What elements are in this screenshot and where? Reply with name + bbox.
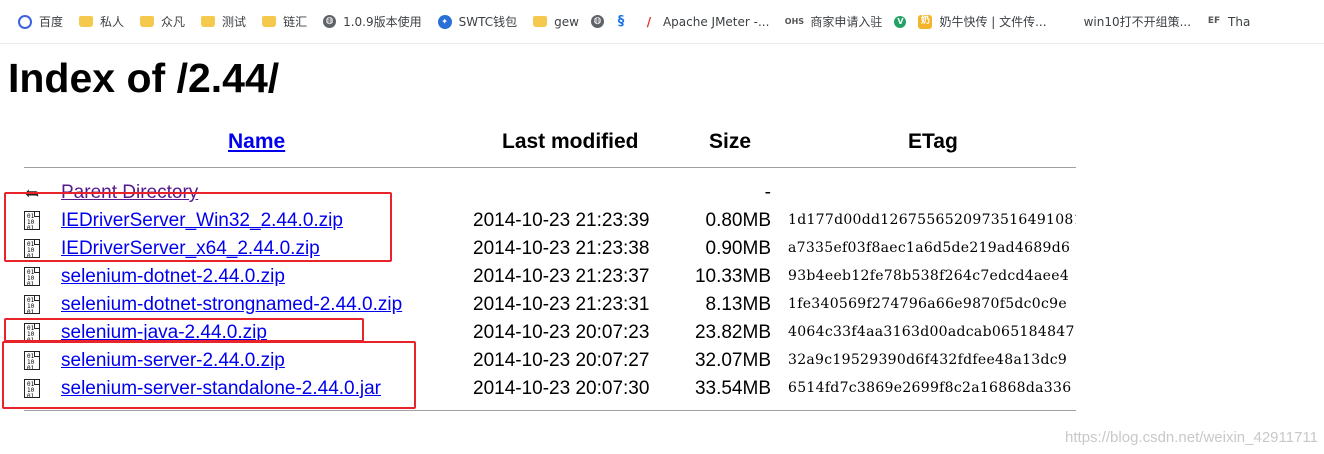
- page-title: Index of /2.44/: [8, 55, 280, 101]
- folder-icon: [262, 16, 277, 27]
- file-date: 2014-10-23 20:07:27: [473, 350, 650, 371]
- header-divider: [24, 167, 1076, 168]
- file-date: 2014-10-23 20:07:23: [473, 322, 650, 343]
- bookmark-s-logo[interactable]: §: [608, 8, 634, 36]
- swtc-icon: ✦: [437, 14, 452, 29]
- table-row: 01 10 01 selenium-dotnet-strongnamed-2.44.…: [24, 291, 1076, 319]
- footer-divider: [24, 410, 1076, 411]
- file-size: 23.82MB: [694, 322, 771, 343]
- globe-icon: ◍: [590, 15, 604, 28]
- parent-size: -: [764, 182, 771, 203]
- sort-by-name-link[interactable]: Name: [228, 130, 285, 153]
- green-v-icon: V: [894, 15, 907, 28]
- bookmark-folder-zhongfan[interactable]: 众凡: [132, 8, 193, 36]
- file-date: 2014-10-23 21:23:38: [473, 238, 650, 259]
- watermark: https://blog.csdn.net/weixin_42911711: [1065, 429, 1318, 446]
- binary-file-icon: 01 10 01: [24, 295, 42, 315]
- bookmark-cowtransfer[interactable]: 奶奶牛快传 | 文件传...: [910, 8, 1054, 36]
- bookmark-swtc-wallet[interactable]: ✦ SWTC钱包: [430, 8, 526, 36]
- bookmarks-bar: 百度 私人 众凡 测试 链汇 ◍ 1.0.9版本使用 ✦ SWTC钱包 gew ◍ …: [0, 0, 1324, 44]
- file-size: 32.07MB: [694, 350, 771, 371]
- file-date: 2014-10-23 21:23:37: [473, 266, 650, 287]
- bookmark-baidu[interactable]: 百度: [10, 8, 71, 36]
- file-etag: 4064c33f4aa3163d00adcab065184847: [788, 324, 1075, 340]
- file-etag: 1fe340569f274796a66e9870f5dc0c9e: [788, 296, 1067, 312]
- globe-icon: ◍: [323, 15, 337, 28]
- ef-icon: EF: [1207, 16, 1221, 26]
- file-date: 2014-10-23 21:23:31: [473, 294, 650, 315]
- file-link[interactable]: selenium-dotnet-strongnamed-2.44.0.zip: [61, 294, 402, 315]
- file-date: 2014-10-23 21:23:39: [473, 210, 650, 231]
- bookmark-merchant-apply[interactable]: OHS 商家申请入驻: [777, 8, 890, 36]
- bookmark-ef[interactable]: EF Tha: [1199, 8, 1258, 36]
- file-size: 0.80MB: [705, 210, 771, 231]
- file-etag: 32a9c19529390d6f432fdfee48a13dc9: [788, 352, 1068, 368]
- highlight-box-iedriver: [4, 192, 392, 262]
- file-etag: 93b4eeb12fe78b538f264c7edcd4aee4: [788, 268, 1070, 284]
- cow-icon: 奶: [918, 14, 933, 29]
- table-row: 01 10 01 selenium-dotnet-2.44.0.zip 2014-1…: [24, 263, 1076, 291]
- windows-icon: [1062, 14, 1077, 29]
- file-etag: 6514fd7c3869e2699f8c2a16868da336: [788, 380, 1072, 396]
- bookmark-green-v[interactable]: V: [890, 8, 910, 36]
- file-etag: 1d177d00dd1267556520973516491081: [788, 212, 1076, 228]
- bookmark-folder-gew[interactable]: gew: [525, 8, 587, 36]
- binary-file-icon: 01 10 01: [24, 267, 42, 287]
- file-size: 8.13MB: [705, 294, 771, 315]
- file-size: 0.90MB: [705, 238, 771, 259]
- bookmark-folder-lianhui[interactable]: 链汇: [254, 8, 315, 36]
- s-logo-icon: §: [617, 14, 625, 29]
- file-link[interactable]: selenium-dotnet-2.44.0.zip: [61, 266, 285, 287]
- file-size: 33.54MB: [694, 378, 771, 399]
- highlight-box-selenium-java: [4, 318, 364, 342]
- bookmark-win10[interactable]: win10打不开组策...: [1055, 8, 1199, 36]
- folder-icon: [79, 16, 94, 27]
- last-modified-header: Last modified: [502, 130, 639, 153]
- jmeter-icon: /: [646, 14, 652, 29]
- bookmark-folder-test[interactable]: 测试: [193, 8, 254, 36]
- bookmark-jmeter[interactable]: / Apache JMeter -...: [634, 8, 777, 36]
- bookmark-folder-private[interactable]: 私人: [71, 8, 132, 36]
- folder-icon: [533, 16, 548, 27]
- file-date: 2014-10-23 20:07:30: [473, 378, 650, 399]
- size-header: Size: [709, 130, 752, 153]
- ohs-icon: OHS: [784, 16, 805, 26]
- file-etag: a7335ef03f8aec1a6d5de219ad4689d6: [788, 240, 1071, 256]
- bookmark-version[interactable]: ◍ 1.0.9版本使用: [315, 8, 430, 36]
- table-header: Name Last modified Size ETag: [24, 128, 1076, 160]
- folder-icon: [140, 16, 155, 27]
- baidu-icon: [18, 14, 32, 29]
- file-size: 10.33MB: [694, 266, 771, 287]
- etag-header: ETag: [908, 130, 958, 153]
- bookmark-globe[interactable]: ◍: [587, 8, 608, 36]
- folder-icon: [201, 16, 216, 27]
- highlight-box-selenium-server: [2, 341, 416, 409]
